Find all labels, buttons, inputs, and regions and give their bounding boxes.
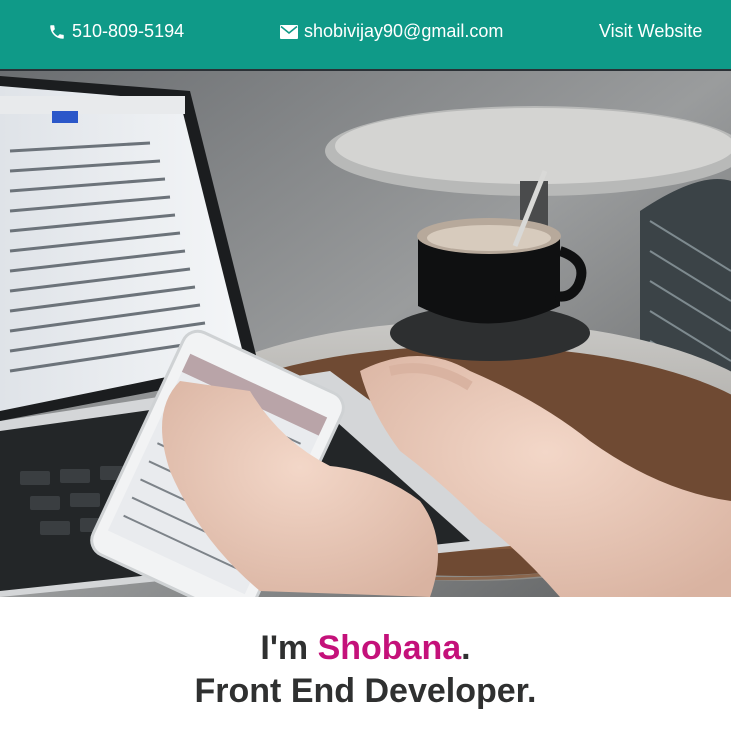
- phone-link[interactable]: 510-809-5194: [48, 0, 184, 63]
- visit-website-link[interactable]: Visit Website: [599, 0, 702, 63]
- role-heading: Front End Developer.: [194, 672, 537, 710]
- email-link[interactable]: shobivijay90@gmail.com: [280, 0, 503, 63]
- greeting-suffix: .: [461, 629, 471, 667]
- greeting-prefix: I'm: [260, 629, 318, 667]
- top-contact-bar: 510-809-5194 shobivijay90@gmail.com Visi…: [0, 0, 731, 71]
- phone-icon: [48, 23, 66, 41]
- phone-number: 510-809-5194: [72, 21, 185, 41]
- greeting-heading: I'm Shobana.: [0, 627, 731, 669]
- email-address: shobivijay90@gmail.com: [304, 21, 504, 41]
- developer-name: Shobana: [317, 629, 462, 667]
- intro-section: I'm Shobana. Front End Developer.: [0, 597, 731, 730]
- envelope-icon: [280, 24, 298, 39]
- hero-image: [0, 71, 731, 597]
